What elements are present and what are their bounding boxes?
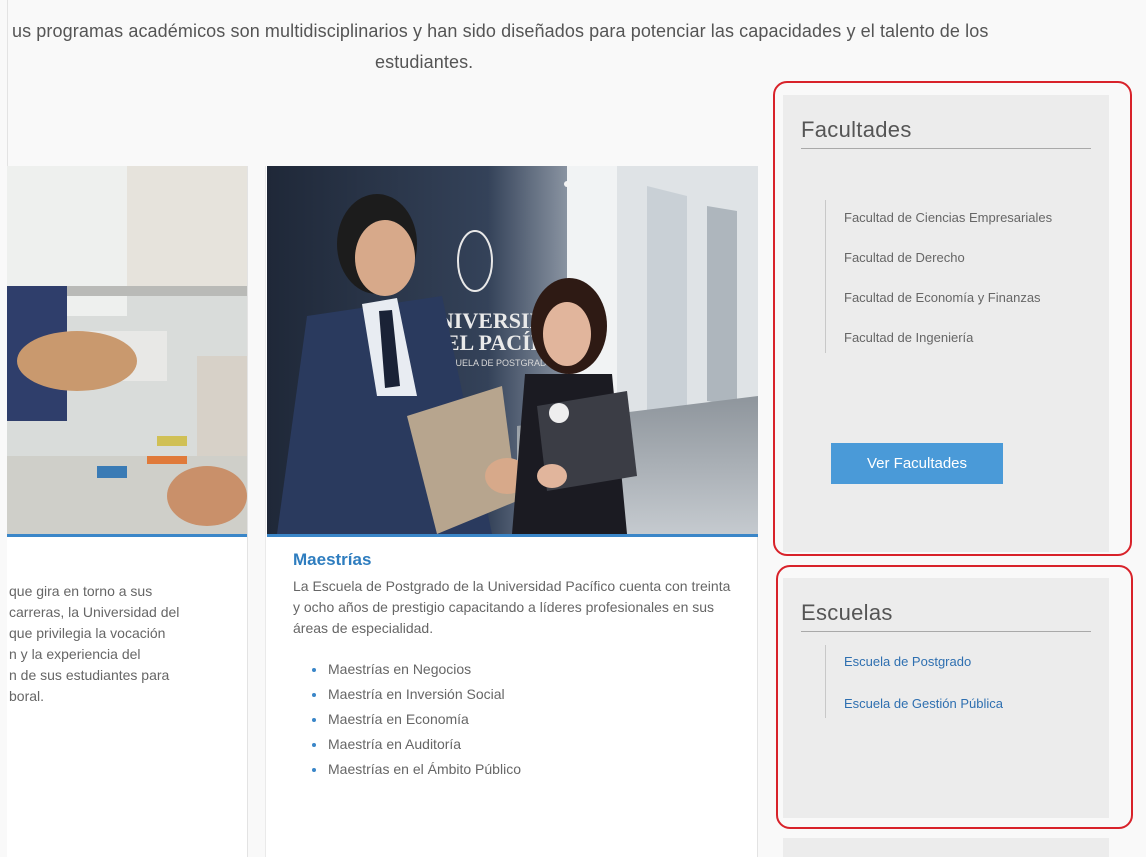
- desc-line: n de sus estudiantes para: [9, 667, 170, 683]
- intro-line-2: estudiantes.: [375, 52, 474, 72]
- highlight-box-facultades: [773, 81, 1132, 556]
- desc-line: carreras, la Universidad del: [9, 604, 180, 620]
- card-description: que gira en torno a sus carreras, la Uni…: [9, 581, 239, 707]
- highlight-box-escuelas: [776, 565, 1133, 829]
- students-photo[interactable]: [7, 166, 247, 537]
- program-card-pregrado: que gira en torno a sus carreras, la Uni…: [7, 166, 248, 857]
- card-title[interactable]: Maestrías: [293, 550, 371, 570]
- maestrias-photo-illustration: UNIVERSIDAD DEL PACÍFICO ESCUELA DE POST…: [267, 166, 758, 534]
- list-item[interactable]: Maestría en Inversión Social: [306, 682, 521, 707]
- desc-line: que gira en torno a sus: [9, 583, 153, 599]
- card-description: La Escuela de Postgrado de la Universida…: [293, 578, 731, 636]
- page: us programas académicos son multidiscipl…: [0, 0, 1146, 857]
- maestrias-list: Maestrías en Negocios Maestría en Invers…: [306, 657, 521, 782]
- photo-accent-bar: [7, 534, 247, 537]
- intro-line-1: us programas académicos son multidiscipl…: [12, 21, 989, 41]
- list-item[interactable]: Maestría en Economía: [306, 707, 521, 732]
- program-card-maestrias: UNIVERSIDAD DEL PACÍFICO ESCUELA DE POST…: [265, 166, 758, 857]
- desc-line: que privilegia la vocación: [9, 625, 166, 641]
- desc-line: boral.: [9, 688, 45, 704]
- students-photo-illustration: [7, 166, 247, 534]
- list-item[interactable]: Maestrías en Negocios: [306, 657, 521, 682]
- list-item[interactable]: Maestrías en el Ámbito Público: [306, 757, 521, 782]
- list-item[interactable]: Maestría en Auditoría: [306, 732, 521, 757]
- maestrias-photo[interactable]: UNIVERSIDAD DEL PACÍFICO ESCUELA DE POST…: [267, 166, 758, 537]
- photo-accent-bar: [267, 534, 758, 537]
- desc-line: n y la experiencia del: [9, 646, 141, 662]
- next-panel: [783, 838, 1109, 857]
